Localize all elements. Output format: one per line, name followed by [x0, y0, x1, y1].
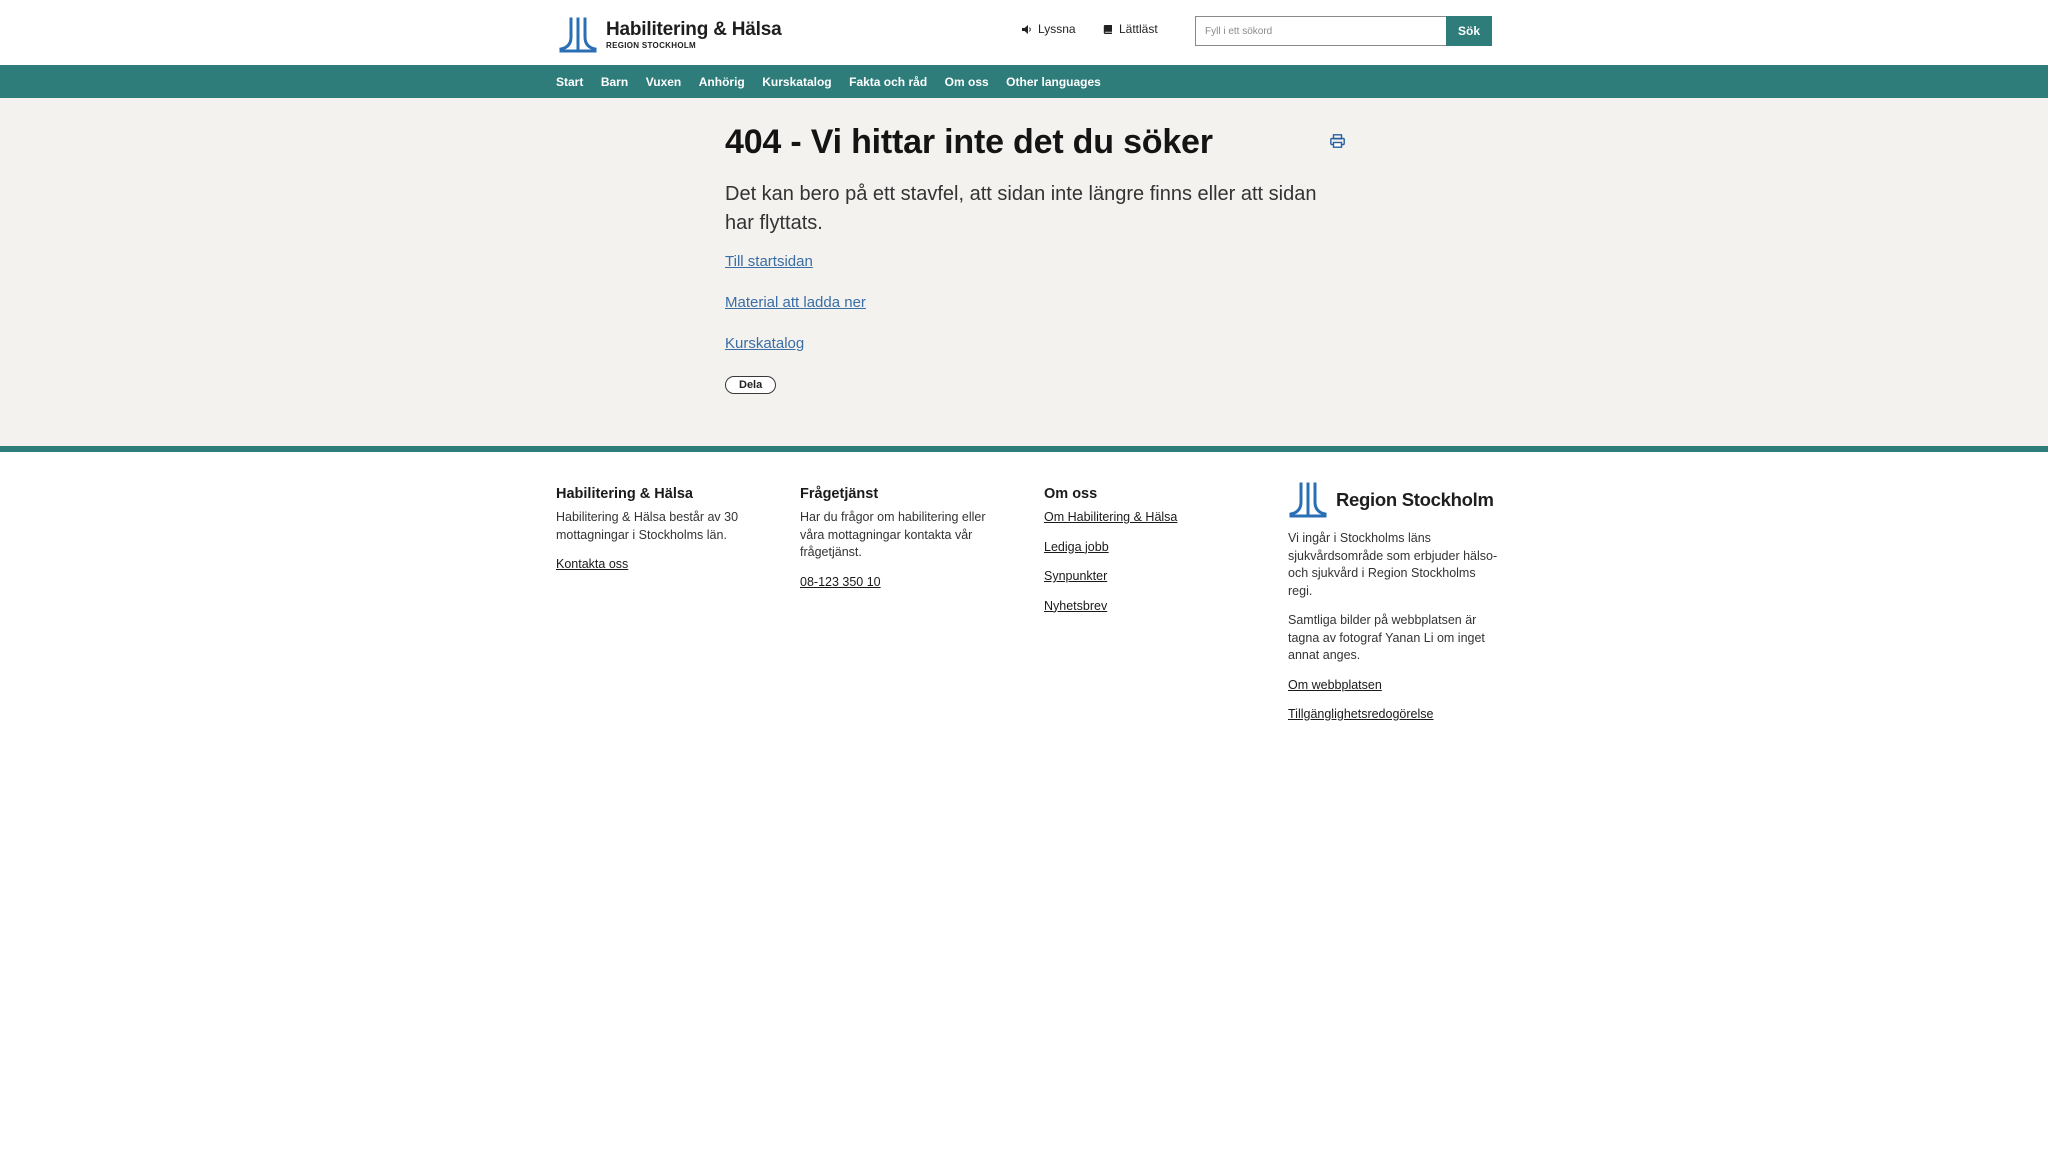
- page-lead: Det kan bero på ett stavfel, att sidan i…: [725, 183, 1317, 234]
- site-footer: Habilitering & Hälsa Habilitering & Häls…: [0, 452, 2048, 1152]
- search-form: Sök: [1195, 16, 1492, 46]
- logo-subtitle: REGION STOCKHOLM: [606, 41, 696, 50]
- link-till-startsidan[interactable]: Till startsidan: [725, 252, 1350, 272]
- share-button[interactable]: Dela: [725, 376, 777, 394]
- footer-link-synpunkter[interactable]: Synpunkter: [1044, 568, 1254, 585]
- nav-item-kurskatalog[interactable]: Kurskatalog: [762, 75, 831, 89]
- region-stockholm-logo-text: Region Stockholm: [1336, 489, 1494, 510]
- link-kurskatalog[interactable]: Kurskatalog: [725, 334, 1350, 354]
- book-icon: [1103, 24, 1112, 34]
- footer-col-om-oss: Om oss Om Habilitering & Hälsa Lediga jo…: [1044, 484, 1254, 627]
- listen-button[interactable]: Lyssna: [1021, 22, 1076, 36]
- footer-col-fragetjanst: Frågetjänst Har du frågor om habiliterin…: [800, 484, 1010, 603]
- nav-item-om-oss[interactable]: Om oss: [945, 75, 989, 89]
- search-button[interactable]: Sök: [1446, 16, 1492, 46]
- footer-link-om-webbplatsen[interactable]: Om webbplatsen: [1288, 677, 1498, 694]
- nav-item-other-languages[interactable]: Other languages: [1006, 75, 1101, 89]
- main-content: 404 - Vi hittar inte det du söker Det ka…: [0, 98, 2048, 446]
- footer-col-habilitering: Habilitering & Hälsa Habilitering & Häls…: [556, 484, 766, 586]
- printer-icon[interactable]: [1330, 134, 1345, 153]
- region-stockholm-logo-icon: [559, 17, 597, 53]
- footer-heading: Frågetjänst: [800, 486, 879, 502]
- footer-link-kontakta-oss[interactable]: Kontakta oss: [556, 556, 766, 573]
- site-header: Habilitering & Hälsa REGION STOCKHOLM Ly…: [0, 0, 2048, 65]
- speaker-icon: [1022, 24, 1031, 34]
- main-nav: Start Barn Vuxen Anhörig Kurskatalog Fak…: [0, 65, 2048, 98]
- easy-read-button[interactable]: Lättläst: [1103, 22, 1158, 36]
- footer-link-tillganglighet[interactable]: Tillgänglighetsredogörelse: [1288, 706, 1498, 723]
- region-stockholm-logo-icon: [1289, 482, 1327, 518]
- nav-item-start[interactable]: Start: [556, 75, 583, 89]
- footer-heading: Habilitering & Hälsa: [556, 486, 693, 502]
- page-title: 404 - Vi hittar inte det du söker: [725, 123, 1213, 161]
- footer-text: Samtliga bilder på webbplatsen är tagna …: [1288, 613, 1485, 662]
- nav-item-anhorig[interactable]: Anhörig: [699, 75, 745, 89]
- footer-text: Har du frågor om habilitering eller våra…: [800, 510, 986, 559]
- search-input[interactable]: [1195, 16, 1446, 46]
- footer-heading: Om oss: [1044, 486, 1098, 502]
- link-material-att-ladda-ner[interactable]: Material att ladda ner: [725, 293, 1350, 313]
- footer-link-nyhetsbrev[interactable]: Nyhetsbrev: [1044, 598, 1254, 615]
- footer-text: Vi ingår i Stockholms läns sjukvårdsområ…: [1288, 531, 1498, 598]
- nav-item-vuxen[interactable]: Vuxen: [646, 75, 682, 89]
- footer-link-phone[interactable]: 08-123 350 10: [800, 574, 1010, 591]
- logo-title: Habilitering & Hälsa: [606, 19, 782, 40]
- region-stockholm-logo[interactable]: Region Stockholm: [1288, 482, 1498, 518]
- nav-item-fakta-och-rad[interactable]: Fakta och råd: [849, 75, 927, 89]
- easy-read-label: Lättläst: [1119, 22, 1158, 36]
- site-logo[interactable]: Habilitering & Hälsa REGION STOCKHOLM: [558, 17, 782, 53]
- footer-link-om-habilitering[interactable]: Om Habilitering & Hälsa: [1044, 509, 1254, 526]
- helpful-links: Till startsidan Material att ladda ner K…: [725, 252, 1350, 354]
- footer-link-lediga-jobb[interactable]: Lediga jobb: [1044, 539, 1254, 556]
- footer-col-region-stockholm: Region Stockholm Vi ingår i Stockholms l…: [1288, 482, 1498, 736]
- footer-text: Habilitering & Hälsa består av 30 mottag…: [556, 510, 739, 542]
- nav-item-barn[interactable]: Barn: [601, 75, 628, 89]
- listen-label: Lyssna: [1038, 22, 1076, 36]
